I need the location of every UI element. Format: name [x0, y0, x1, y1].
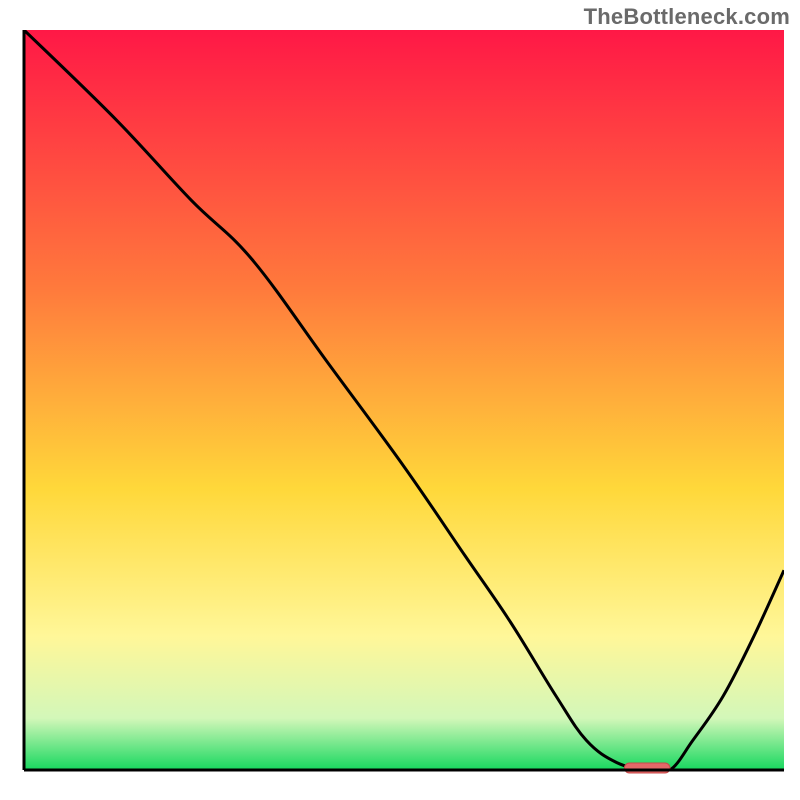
watermark-text: TheBottleneck.com [584, 4, 790, 30]
chart-container: TheBottleneck.com [0, 0, 800, 800]
bottleneck-chart-svg [0, 0, 800, 800]
